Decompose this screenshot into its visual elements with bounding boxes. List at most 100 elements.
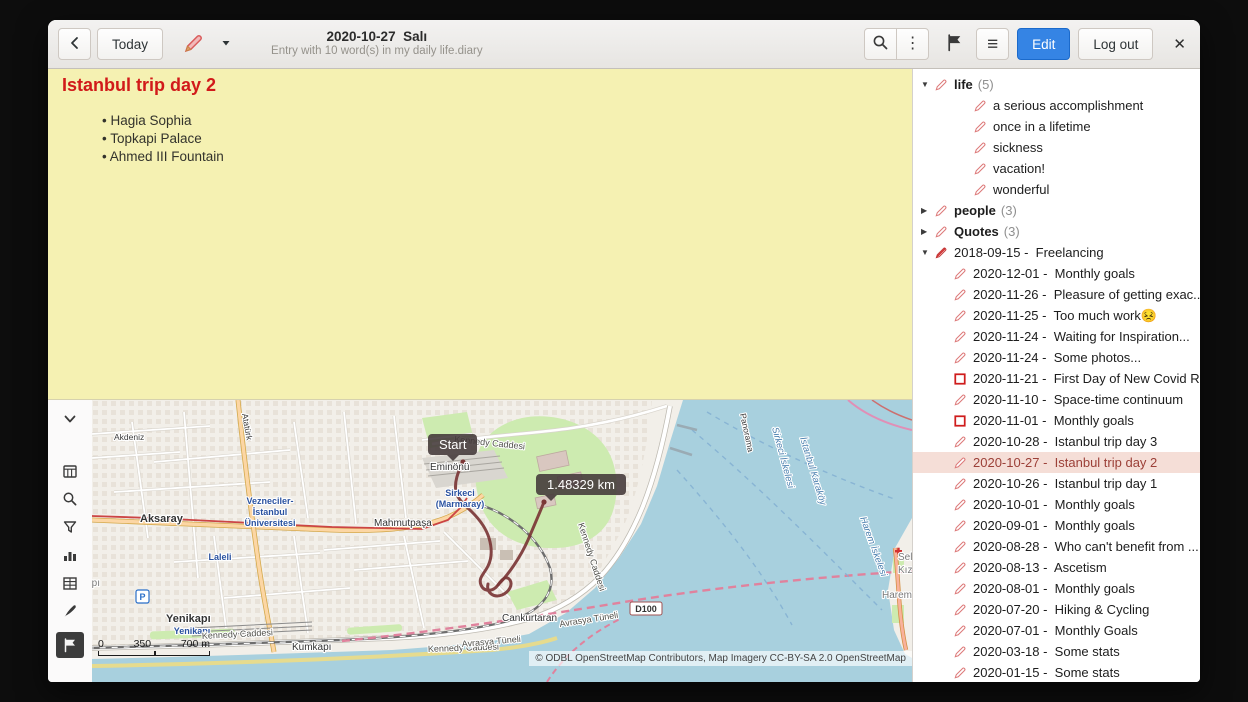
tree-label: 2020-08-13 - Ascetism bbox=[973, 560, 1107, 575]
tree-row[interactable]: 2020-01-15 - Some stats bbox=[913, 662, 1200, 682]
pencil-icon bbox=[953, 665, 969, 680]
entry-menu-caret-button[interactable] bbox=[215, 28, 237, 60]
map-label: Kumkapı bbox=[292, 642, 331, 653]
expander-closed-icon[interactable]: ▶ bbox=[921, 206, 934, 215]
logout-button[interactable]: Log out bbox=[1078, 28, 1153, 60]
pencil-icon bbox=[953, 329, 969, 344]
tree-label: 2020-03-18 - Some stats bbox=[973, 644, 1120, 659]
tree-label: 2020-09-01 - Monthly goals bbox=[973, 518, 1135, 533]
tree-row[interactable]: 2020-09-01 - Monthly goals bbox=[913, 515, 1200, 536]
tree-row[interactable]: ▼ 2018-09-15 - Freelancing bbox=[913, 242, 1200, 263]
entry-pencil-button[interactable] bbox=[177, 28, 209, 60]
tree-label: 2020-11-21 - First Day of New Covid R... bbox=[973, 371, 1200, 386]
map-label: Mahmutpaşa bbox=[374, 518, 432, 529]
bullet-item: Ahmed III Fountain bbox=[102, 148, 898, 166]
close-icon: ✕ bbox=[1173, 37, 1186, 52]
map-panel: P AkdenizAtatürkEminönüSirkeci(Marmaray)… bbox=[48, 399, 912, 682]
close-button[interactable]: ✕ bbox=[1169, 28, 1190, 60]
bookmark-flag-button[interactable] bbox=[941, 28, 968, 60]
pencil-icon bbox=[973, 119, 989, 134]
tree-label: 2020-10-01 - Monthly goals bbox=[973, 497, 1135, 512]
tree-row[interactable]: 2020-11-26 - Pleasure of getting exac... bbox=[913, 284, 1200, 305]
expander-open-icon[interactable]: ▼ bbox=[921, 80, 934, 89]
tree-row[interactable]: once in a lifetime bbox=[913, 116, 1200, 137]
map-canvas[interactable]: P AkdenizAtatürkEminönüSirkeci(Marmaray)… bbox=[92, 400, 912, 682]
tree-row[interactable]: 2020-08-13 - Ascetism bbox=[913, 557, 1200, 578]
tree-row[interactable]: 2020-11-25 - Too much work😣 bbox=[913, 305, 1200, 326]
map-label: Vezneciler- bbox=[246, 496, 293, 506]
table-icon bbox=[62, 575, 78, 591]
pencil-icon bbox=[953, 560, 969, 575]
search-button[interactable] bbox=[864, 28, 897, 60]
road-ref-badge: D100 bbox=[630, 602, 662, 615]
pen-button[interactable] bbox=[56, 598, 84, 624]
map-label: Üniversitesi bbox=[244, 518, 295, 528]
map-label: Kız bbox=[898, 565, 912, 576]
tree-row[interactable]: 2020-03-18 - Some stats bbox=[913, 641, 1200, 662]
tree-row[interactable]: sickness bbox=[913, 137, 1200, 158]
tree-row[interactable]: ▶Quotes(3) bbox=[913, 221, 1200, 242]
flag-icon bbox=[62, 637, 78, 653]
calendar-button[interactable] bbox=[56, 458, 84, 484]
tree-row[interactable]: ▶people(3) bbox=[913, 200, 1200, 221]
pencil-icon bbox=[953, 350, 969, 365]
pencil-icon bbox=[934, 224, 950, 239]
hamburger-icon: ≡ bbox=[987, 35, 998, 54]
tree-row[interactable]: 2020-10-28 - Istanbul trip day 3 bbox=[913, 431, 1200, 452]
tree-label: 2020-11-01 - Monthly goals bbox=[973, 413, 1134, 428]
tree-row[interactable]: a serious accomplishment bbox=[913, 95, 1200, 116]
tree-row[interactable]: 2020-11-01 - Monthly goals bbox=[913, 410, 1200, 431]
back-button[interactable] bbox=[58, 28, 91, 60]
map-label: Sel bbox=[898, 552, 912, 563]
tree-row[interactable]: 2020-11-24 - Some photos... bbox=[913, 347, 1200, 368]
tree-row[interactable]: vacation! bbox=[913, 158, 1200, 179]
map-label: Harem İsk bbox=[882, 588, 912, 601]
tree-label: 2020-07-20 - Hiking & Cycling bbox=[973, 602, 1149, 617]
chart-button[interactable] bbox=[56, 542, 84, 568]
tree-label: wonderful bbox=[993, 182, 1049, 197]
tree-row[interactable]: 2020-10-26 - Istanbul trip day 1 bbox=[913, 473, 1200, 494]
today-button[interactable]: Today bbox=[97, 28, 163, 60]
tree-row[interactable]: 2020-11-21 - First Day of New Covid R... bbox=[913, 368, 1200, 389]
svg-text:P: P bbox=[139, 592, 145, 602]
expander-open-icon[interactable]: ▼ bbox=[921, 248, 934, 257]
chart-icon bbox=[62, 547, 78, 563]
filter-icon bbox=[62, 519, 78, 535]
pencil-icon bbox=[953, 644, 969, 659]
entries-tree: ▼life(5)a serious accomplishmentonce in … bbox=[913, 74, 1200, 682]
calendar-icon bbox=[62, 463, 78, 479]
tree-row[interactable]: 2020-10-01 - Monthly goals bbox=[913, 494, 1200, 515]
table-button[interactable] bbox=[56, 570, 84, 596]
more-menu-button[interactable]: ⋮ bbox=[896, 28, 929, 60]
search-icon bbox=[872, 34, 889, 54]
edit-button[interactable]: Edit bbox=[1017, 28, 1070, 60]
tree-row[interactable]: 2020-12-01 - Monthly goals bbox=[913, 263, 1200, 284]
search-panel-button[interactable] bbox=[56, 486, 84, 512]
chapter-icon bbox=[934, 245, 950, 260]
tree-row[interactable]: 2020-07-01 - Monthly Goals bbox=[913, 620, 1200, 641]
pencil-icon bbox=[973, 161, 989, 176]
tree-row[interactable]: 2020-11-10 - Space-time continuum bbox=[913, 389, 1200, 410]
header-right-group: ⋮ ≡ Edit Log out ✕ bbox=[864, 28, 1190, 60]
tree-label: 2018-09-15 - Freelancing bbox=[954, 245, 1104, 260]
tree-row[interactable]: 2020-11-24 - Waiting for Inspiration... bbox=[913, 326, 1200, 347]
tree-row[interactable]: 2020-07-20 - Hiking & Cycling bbox=[913, 599, 1200, 620]
entry-editor[interactable]: Istanbul trip day 2 Hagia SophiaTopkapi … bbox=[48, 69, 912, 399]
todo-icon bbox=[953, 371, 969, 386]
entry-title: 2020-10-27 Salı bbox=[271, 29, 483, 45]
filter-button[interactable] bbox=[56, 514, 84, 540]
tree-row[interactable]: 2020-08-28 - Who can't benefit from ... bbox=[913, 536, 1200, 557]
map-label: Cankurtaran bbox=[502, 613, 557, 624]
collapse-panel-button[interactable] bbox=[56, 406, 84, 432]
tree-row[interactable]: 2020-08-01 - Monthly goals bbox=[913, 578, 1200, 599]
tree-row[interactable]: ▼life(5) bbox=[913, 74, 1200, 95]
expander-closed-icon[interactable]: ▶ bbox=[921, 227, 934, 236]
tree-row[interactable]: 2020-10-27 - Istanbul trip day 2 bbox=[913, 452, 1200, 473]
flag-panel-button[interactable] bbox=[56, 632, 84, 658]
chevron-down-icon bbox=[62, 411, 78, 427]
map-svg[interactable]: P AkdenizAtatürkEminönüSirkeci(Marmaray)… bbox=[92, 400, 912, 682]
main-menu-button[interactable]: ≡ bbox=[976, 28, 1009, 60]
map-scalebar: 0 350 700 m bbox=[98, 638, 210, 656]
tree-label: Quotes bbox=[954, 224, 999, 239]
tree-row[interactable]: wonderful bbox=[913, 179, 1200, 200]
